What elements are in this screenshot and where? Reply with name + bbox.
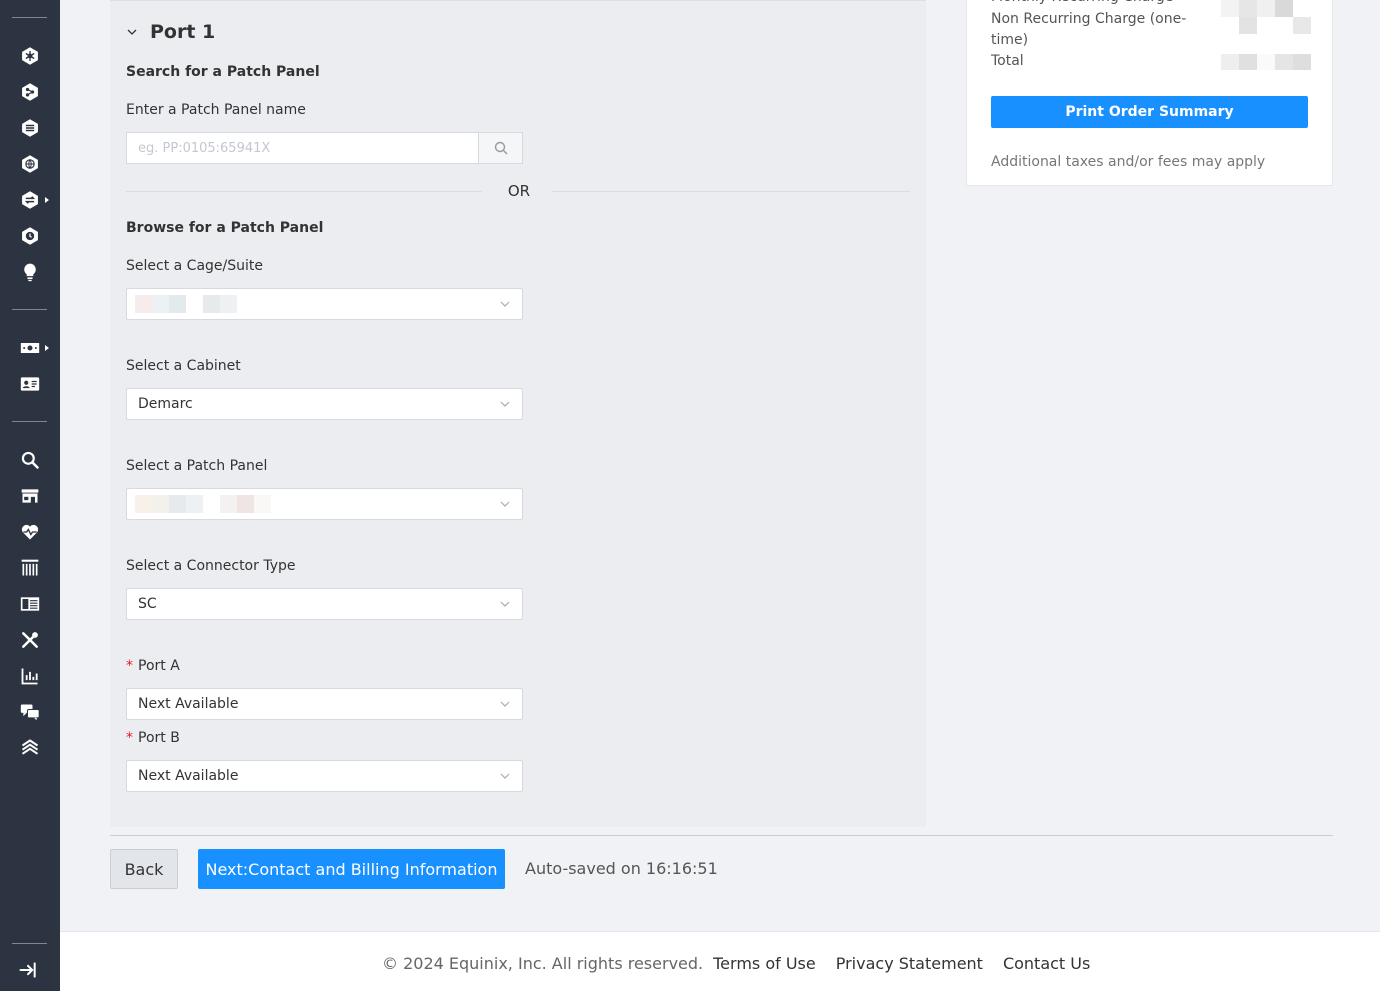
chevron-down-icon xyxy=(500,501,510,507)
action-divider xyxy=(110,835,1333,836)
expand-caret-icon xyxy=(45,345,49,351)
connector-value: SC xyxy=(138,596,157,612)
chat-icon[interactable] xyxy=(18,700,42,724)
footer-links: © 2024 Equinix, Inc. All rights reserved… xyxy=(382,954,1090,973)
sidebar-divider xyxy=(12,421,47,422)
search-label: Enter a Patch Panel name xyxy=(126,102,306,118)
chevron-down-icon xyxy=(500,301,510,307)
connector-label: Select a Connector Type xyxy=(126,558,296,574)
port-a-value: Next Available xyxy=(138,696,239,712)
port-title: Port 1 xyxy=(150,21,216,43)
chart-icon[interactable] xyxy=(18,664,42,688)
or-text: OR xyxy=(507,182,531,200)
cabinet-label: Select a Cabinet xyxy=(126,358,241,374)
clock-icon[interactable] xyxy=(18,224,42,248)
footer: © 2024 Equinix, Inc. All rights reserved… xyxy=(60,931,1380,991)
browse-heading: Browse for a Patch Panel xyxy=(126,220,324,236)
redacted-value xyxy=(135,295,499,313)
logout-icon[interactable] xyxy=(16,958,40,982)
patch-panel-label: Select a Patch Panel xyxy=(126,458,268,474)
stack-hex-icon[interactable] xyxy=(18,116,42,140)
contact-link[interactable]: Contact Us xyxy=(1003,954,1090,973)
chevron-down-icon xyxy=(500,601,510,607)
cage-select[interactable] xyxy=(126,288,523,320)
or-divider-right xyxy=(552,191,910,192)
expand-caret-icon xyxy=(45,197,49,203)
order-summary-card: Monthly Recurring Charge Non Recurring C… xyxy=(966,0,1333,186)
required-mark: * xyxy=(126,730,133,746)
tax-note: Additional taxes and/or fees may apply xyxy=(991,154,1266,170)
privacy-link[interactable]: Privacy Statement xyxy=(836,954,983,973)
chevron-down-icon xyxy=(127,29,137,35)
port-b-select[interactable]: Next Available xyxy=(126,760,523,792)
port-collapse-toggle[interactable]: Port 1 xyxy=(126,21,215,43)
redacted-value xyxy=(135,495,499,513)
exchange-hex-icon[interactable] xyxy=(18,188,42,212)
patch-panel-search xyxy=(126,132,523,164)
redacted-price xyxy=(1239,17,1311,34)
print-order-summary-button[interactable]: Print Order Summary xyxy=(991,96,1308,128)
lightbulb-icon[interactable] xyxy=(18,260,42,284)
store-icon[interactable] xyxy=(18,484,42,508)
sidebar xyxy=(0,0,60,991)
search-button[interactable] xyxy=(478,132,523,164)
nrc-label-line2: time) xyxy=(991,32,1029,48)
copyright: © 2024 Equinix, Inc. All rights reserved… xyxy=(382,954,704,973)
connection-hex-icon[interactable] xyxy=(18,80,42,104)
chevron-down-icon xyxy=(500,401,510,407)
tools-icon[interactable] xyxy=(18,628,42,652)
nrc-label-line1: Non Recurring Charge (one- xyxy=(991,11,1187,27)
layers-icon[interactable] xyxy=(18,736,42,760)
autosave-status: Auto-saved on 16:16:51 xyxy=(525,859,718,878)
sidebar-divider xyxy=(12,309,47,310)
redacted-total xyxy=(1221,54,1311,70)
required-mark: * xyxy=(126,658,133,674)
or-divider-left xyxy=(126,191,482,192)
patch-panel-search-input[interactable] xyxy=(126,132,478,164)
network-hex-icon[interactable] xyxy=(18,44,42,68)
total-label: Total xyxy=(991,53,1024,69)
cabinet-value: Demarc xyxy=(138,396,193,412)
port-a-select[interactable]: Next Available xyxy=(126,688,523,720)
port-b-label: * Port B xyxy=(126,730,180,746)
next-button[interactable]: Next:Contact and Billing Information xyxy=(198,849,505,889)
health-icon[interactable] xyxy=(18,520,42,544)
id-card-icon[interactable] xyxy=(18,372,42,396)
columns-icon[interactable] xyxy=(18,556,42,580)
port-a-label-text: Port A xyxy=(138,658,180,674)
sidebar-divider xyxy=(12,943,47,944)
chevron-down-icon xyxy=(500,773,510,779)
port-a-label: * Port A xyxy=(126,658,180,674)
search-icon xyxy=(494,141,507,155)
search-heading: Search for a Patch Panel xyxy=(126,64,320,80)
chevron-down-icon xyxy=(500,701,510,707)
mrc-label: Monthly Recurring Charge xyxy=(991,0,1173,8)
back-button[interactable]: Back xyxy=(110,849,178,889)
sidebar-divider xyxy=(12,17,47,18)
port-panel: Port 1 Search for a Patch Panel Enter a … xyxy=(110,0,926,827)
redacted-price xyxy=(1221,0,1293,17)
billing-icon[interactable] xyxy=(18,336,42,360)
port-b-label-text: Port B xyxy=(138,730,180,746)
cabinet-select[interactable]: Demarc xyxy=(126,388,523,420)
connector-select[interactable]: SC xyxy=(126,588,523,620)
port-b-value: Next Available xyxy=(138,768,239,784)
catalog-icon[interactable] xyxy=(18,592,42,616)
cage-label: Select a Cage/Suite xyxy=(126,258,263,274)
patch-panel-select[interactable] xyxy=(126,488,523,520)
globe-hex-icon[interactable] xyxy=(18,152,42,176)
search-icon[interactable] xyxy=(18,448,42,472)
terms-link[interactable]: Terms of Use xyxy=(713,954,816,973)
